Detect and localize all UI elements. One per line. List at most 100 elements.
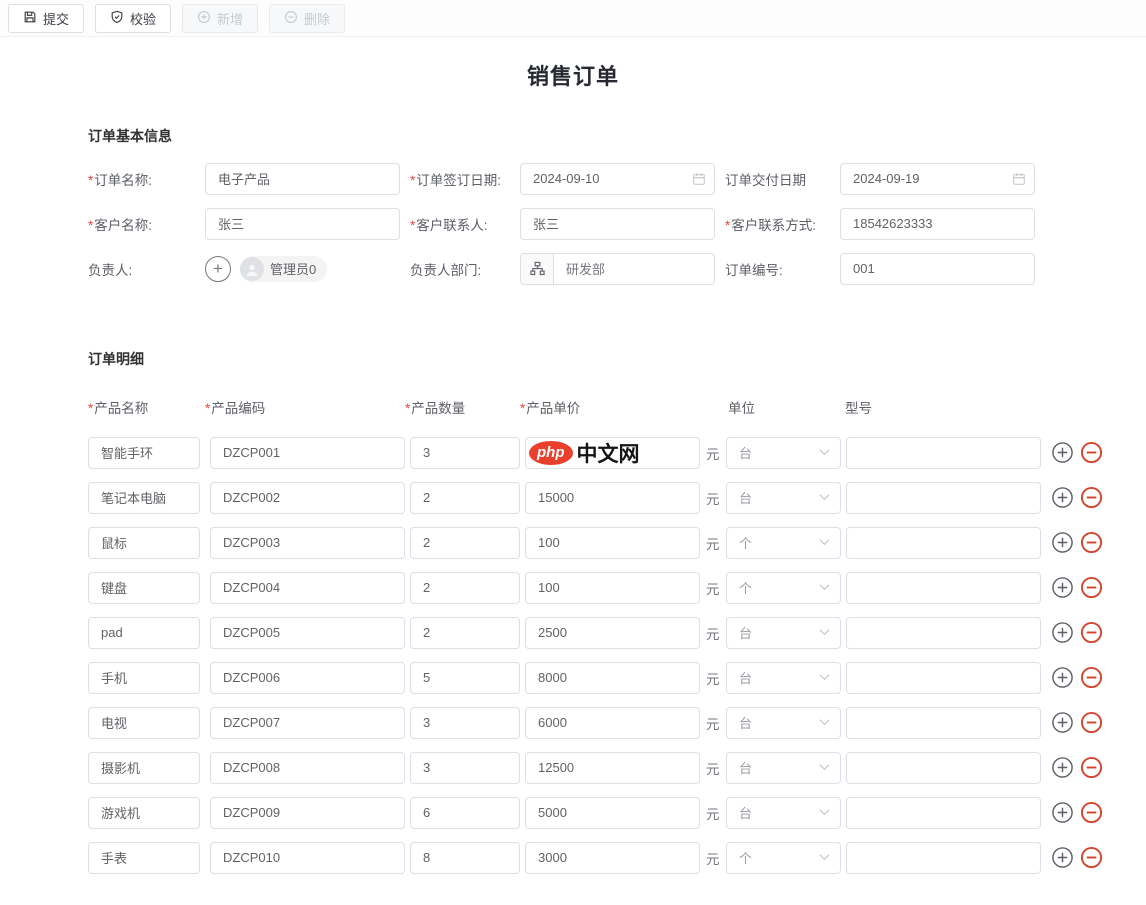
- validate-button[interactable]: 校验: [95, 4, 171, 33]
- model-input[interactable]: [846, 752, 1041, 784]
- product-qty-input[interactable]: [410, 482, 520, 514]
- product-qty-input[interactable]: [410, 617, 520, 649]
- product-code-input[interactable]: [210, 617, 405, 649]
- model-input[interactable]: [846, 482, 1041, 514]
- model-input[interactable]: [846, 842, 1041, 874]
- product-qty-input[interactable]: [410, 527, 520, 559]
- add-row-button[interactable]: [1050, 711, 1074, 735]
- product-price-input[interactable]: [525, 662, 700, 694]
- product-name-input[interactable]: [88, 707, 200, 739]
- model-input[interactable]: [846, 437, 1041, 469]
- sign-date-input[interactable]: [520, 163, 715, 195]
- add-row-button[interactable]: [1050, 846, 1074, 870]
- unit-select[interactable]: 台: [726, 617, 841, 649]
- product-qty-input[interactable]: [410, 437, 520, 469]
- toolbar: 提交 校验 新增 删除: [0, 0, 1146, 37]
- product-price-input[interactable]: [525, 572, 700, 604]
- customer-name-input[interactable]: [205, 208, 400, 240]
- add-button[interactable]: 新增: [182, 4, 258, 33]
- org-tree-icon[interactable]: [520, 253, 554, 285]
- product-name-input[interactable]: [88, 752, 200, 784]
- add-row-button[interactable]: [1050, 441, 1074, 465]
- product-qty-input[interactable]: [410, 572, 520, 604]
- submit-button[interactable]: 提交: [8, 4, 84, 33]
- product-code-input[interactable]: [210, 662, 405, 694]
- remove-row-button[interactable]: [1079, 711, 1103, 735]
- currency-suffix: 元: [706, 713, 723, 733]
- remove-row-button[interactable]: [1079, 756, 1103, 780]
- owner-dept-input[interactable]: [554, 253, 715, 285]
- product-code-input[interactable]: [210, 527, 405, 559]
- owner-user-tag[interactable]: 管理员0: [240, 256, 327, 282]
- product-price-input[interactable]: [525, 797, 700, 829]
- product-name-input[interactable]: [88, 572, 200, 604]
- add-row-button[interactable]: [1050, 756, 1074, 780]
- unit-select[interactable]: 个: [726, 527, 841, 559]
- add-row-button[interactable]: [1050, 666, 1074, 690]
- model-input[interactable]: [846, 662, 1041, 694]
- unit-select[interactable]: 台: [726, 797, 841, 829]
- unit-select[interactable]: 个: [726, 842, 841, 874]
- product-code-input[interactable]: [210, 572, 405, 604]
- product-name-input[interactable]: [88, 482, 200, 514]
- product-price-input[interactable]: [525, 842, 700, 874]
- add-row-button[interactable]: [1050, 486, 1074, 510]
- unit-select[interactable]: 个: [726, 572, 841, 604]
- remove-row-button[interactable]: [1079, 441, 1103, 465]
- order-no-input[interactable]: [840, 253, 1035, 285]
- delivery-date-input[interactable]: [840, 163, 1035, 195]
- unit-select[interactable]: 台: [726, 662, 841, 694]
- order-name-input[interactable]: [205, 163, 400, 195]
- add-row-button[interactable]: [1050, 621, 1074, 645]
- product-price-input[interactable]: [525, 527, 700, 559]
- product-price-input[interactable]: [525, 707, 700, 739]
- customer-phone-input[interactable]: [840, 208, 1035, 240]
- add-row-button[interactable]: [1050, 576, 1074, 600]
- model-input[interactable]: [846, 527, 1041, 559]
- remove-row-button[interactable]: [1079, 621, 1103, 645]
- product-price-input[interactable]: [525, 482, 700, 514]
- model-input[interactable]: [846, 797, 1041, 829]
- customer-contact-input[interactable]: [520, 208, 715, 240]
- product-code-input[interactable]: [210, 797, 405, 829]
- remove-row-button[interactable]: [1079, 486, 1103, 510]
- product-qty-input[interactable]: [410, 707, 520, 739]
- delivery-date-picker[interactable]: [840, 163, 1035, 195]
- product-qty-input[interactable]: [410, 752, 520, 784]
- remove-row-button[interactable]: [1079, 576, 1103, 600]
- product-price-input[interactable]: [525, 752, 700, 784]
- product-name-input[interactable]: [88, 842, 200, 874]
- remove-row-button[interactable]: [1079, 801, 1103, 825]
- product-code-input[interactable]: [210, 842, 405, 874]
- product-name-input[interactable]: [88, 662, 200, 694]
- unit-select[interactable]: 台: [726, 752, 841, 784]
- remove-row-button[interactable]: [1079, 846, 1103, 870]
- product-name-input[interactable]: [88, 797, 200, 829]
- product-code-input[interactable]: [210, 752, 405, 784]
- model-input[interactable]: [846, 707, 1041, 739]
- product-code-input[interactable]: [210, 437, 405, 469]
- remove-row-button[interactable]: [1079, 666, 1103, 690]
- product-price-input[interactable]: [525, 617, 700, 649]
- unit-select[interactable]: 台: [726, 707, 841, 739]
- product-code-input[interactable]: [210, 482, 405, 514]
- add-owner-button[interactable]: +: [205, 256, 231, 282]
- sign-date-picker[interactable]: [520, 163, 715, 195]
- model-input[interactable]: [846, 572, 1041, 604]
- product-name-input[interactable]: [88, 617, 200, 649]
- remove-row-button[interactable]: [1079, 531, 1103, 555]
- unit-select[interactable]: 台: [726, 482, 841, 514]
- product-name-input[interactable]: [88, 527, 200, 559]
- product-qty-input[interactable]: [410, 842, 520, 874]
- product-code-input[interactable]: [210, 707, 405, 739]
- add-row-button[interactable]: [1050, 801, 1074, 825]
- unit-select[interactable]: 台: [726, 437, 841, 469]
- model-input[interactable]: [846, 617, 1041, 649]
- product-name-input[interactable]: [88, 437, 200, 469]
- add-row-button[interactable]: [1050, 531, 1074, 555]
- delete-button-label: 删除: [304, 9, 330, 28]
- product-qty-input[interactable]: [410, 662, 520, 694]
- product-qty-input[interactable]: [410, 797, 520, 829]
- delete-button[interactable]: 删除: [269, 4, 345, 33]
- product-price-input[interactable]: [525, 437, 700, 469]
